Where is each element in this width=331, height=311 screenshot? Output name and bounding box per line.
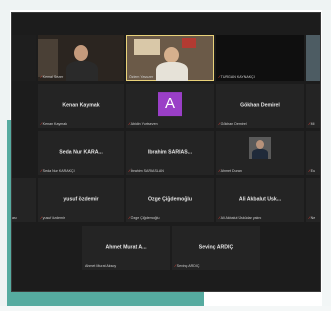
participant-tile[interactable]: Özge Çiğdemoğlu ⁄ Özge Çiğdemoğlu bbox=[126, 178, 214, 222]
participant-tile[interactable]: ⁄ Ahmet Duran bbox=[216, 131, 304, 175]
participant-name: Özge Çiğdemoğlu bbox=[147, 196, 193, 203]
participant-caption: ⁄ Abidin Yurtseven bbox=[129, 121, 158, 126]
mic-muted-icon: ⁄ bbox=[175, 263, 176, 268]
mic-muted-icon: ⁄ bbox=[309, 121, 310, 126]
frame-right bbox=[322, 10, 331, 311]
participant-tile[interactable]: yusuf özdemir ⁄ yusuf özdemir bbox=[38, 178, 124, 222]
participant-tile[interactable] bbox=[306, 35, 320, 81]
participant-tile-active-speaker[interactable]: Özlem Yavuzer bbox=[126, 35, 214, 81]
participant-caption: Özlem Yavuzer bbox=[129, 75, 154, 79]
person-body bbox=[66, 61, 98, 81]
frame-bottom bbox=[0, 306, 331, 311]
participant-tile[interactable]: ası bbox=[12, 178, 36, 222]
person-head bbox=[164, 47, 179, 63]
participant-tile[interactable]: ⁄ Eu bbox=[306, 131, 320, 175]
participant-caption: ⁄ Gökhan Demirel bbox=[219, 121, 247, 126]
person-body bbox=[252, 149, 268, 159]
participant-tile-video[interactable]: ⁄ TURGAN KAYNAKÇI bbox=[216, 35, 304, 81]
profile-photo bbox=[249, 137, 271, 159]
participant-caption: ⁄ Ne bbox=[309, 215, 316, 220]
participant-caption: Ahmet Murat Aksoy bbox=[85, 264, 117, 268]
mic-muted-icon: ⁄ bbox=[219, 74, 220, 79]
participant-name: Ahmet Murat A... bbox=[105, 244, 147, 251]
mic-muted-icon: ⁄ bbox=[129, 168, 130, 173]
zoom-gallery-view: ⁄ Kemal Sezer Özlem Yavuzer ⁄ TURGAN KAYNA… bbox=[11, 12, 321, 292]
participant-name: Gökhan Demirel bbox=[240, 102, 280, 109]
participant-tile[interactable]: Seda Nur KARA... ⁄ Seda Nur KARAKÇI bbox=[38, 131, 124, 175]
background-wall bbox=[134, 39, 160, 55]
avatar: A bbox=[158, 92, 182, 117]
mic-muted-icon: ⁄ bbox=[309, 215, 310, 220]
participant-caption: ası bbox=[12, 216, 17, 220]
participant-name: Ali Akbalut Üsk... bbox=[238, 196, 282, 203]
participant-name: İbrahim SARIAS... bbox=[147, 149, 193, 156]
participant-caption: ⁄ TURGAN KAYNAKÇI bbox=[219, 74, 255, 79]
participant-name: Kenan Kaymak bbox=[62, 102, 100, 109]
participant-caption: ⁄ Sevinç ARDIÇ bbox=[175, 263, 200, 268]
participant-tile[interactable]: Kenan Kaymak ⁄ Kenan Kaymak bbox=[38, 84, 124, 128]
background-shelf bbox=[38, 39, 58, 77]
participant-caption: ⁄ Seda Nur KARAKÇI bbox=[41, 168, 75, 173]
frame-top bbox=[0, 0, 331, 10]
participant-tile[interactable] bbox=[12, 35, 36, 81]
participant-tile[interactable]: A ⁄ Abidin Yurtseven bbox=[126, 84, 214, 128]
participant-caption: ⁄ İbrahim SARIASLAN bbox=[129, 168, 164, 173]
mic-muted-icon: ⁄ bbox=[41, 121, 42, 126]
participant-caption: ⁄ Kenan Kaymak bbox=[41, 121, 68, 126]
mic-muted-icon: ⁄ bbox=[219, 168, 220, 173]
mic-muted-icon: ⁄ bbox=[219, 121, 220, 126]
participant-caption: ⁄ Ali Akbalut Üsküdar yalını bbox=[219, 215, 262, 220]
participant-tile[interactable]: Sevinç ARDIÇ ⁄ Sevinç ARDIÇ bbox=[172, 226, 260, 270]
participant-caption: ⁄ Eu bbox=[309, 168, 316, 173]
person-body bbox=[156, 62, 188, 81]
mic-muted-icon: ⁄ bbox=[309, 168, 310, 173]
participant-caption: ⁄ yusuf özdemir bbox=[41, 215, 66, 220]
participant-tile-video[interactable]: ⁄ Kemal Sezer bbox=[38, 35, 124, 81]
participant-name: Seda Nur KARA... bbox=[59, 149, 103, 156]
participant-name: Sevinç ARDIÇ bbox=[198, 244, 234, 251]
participant-tile[interactable]: Ali Akbalut Üsk... ⁄ Ali Akbalut Üsküdar … bbox=[216, 178, 304, 222]
participant-caption: ⁄ Özge Çiğdemoğlu bbox=[129, 215, 160, 220]
participant-tile[interactable]: Gökhan Demirel ⁄ Gökhan Demirel bbox=[216, 84, 304, 128]
mic-muted-icon: ⁄ bbox=[41, 74, 42, 79]
participant-tile[interactable]: ⁄ Mi bbox=[306, 84, 320, 128]
participant-caption: ⁄ Kemal Sezer bbox=[41, 74, 64, 79]
participant-name: yusuf özdemir bbox=[63, 196, 99, 203]
background-flag bbox=[182, 38, 196, 48]
person-head bbox=[256, 140, 264, 149]
person-head bbox=[74, 45, 88, 61]
participant-caption: ⁄ Mi bbox=[309, 121, 315, 126]
mic-muted-icon: ⁄ bbox=[41, 168, 42, 173]
participant-caption: ⁄ Ahmet Duran bbox=[219, 168, 242, 173]
participant-tile[interactable]: Ahmet Murat A... Ahmet Murat Aksoy bbox=[82, 226, 170, 270]
mic-muted-icon: ⁄ bbox=[129, 121, 130, 126]
mic-muted-icon: ⁄ bbox=[219, 215, 220, 220]
mic-muted-icon: ⁄ bbox=[41, 215, 42, 220]
mic-muted-icon: ⁄ bbox=[129, 215, 130, 220]
participant-tile[interactable]: ⁄ Ne bbox=[306, 178, 320, 222]
participant-tile[interactable]: İbrahim SARIAS... ⁄ İbrahim SARIASLAN bbox=[126, 131, 214, 175]
